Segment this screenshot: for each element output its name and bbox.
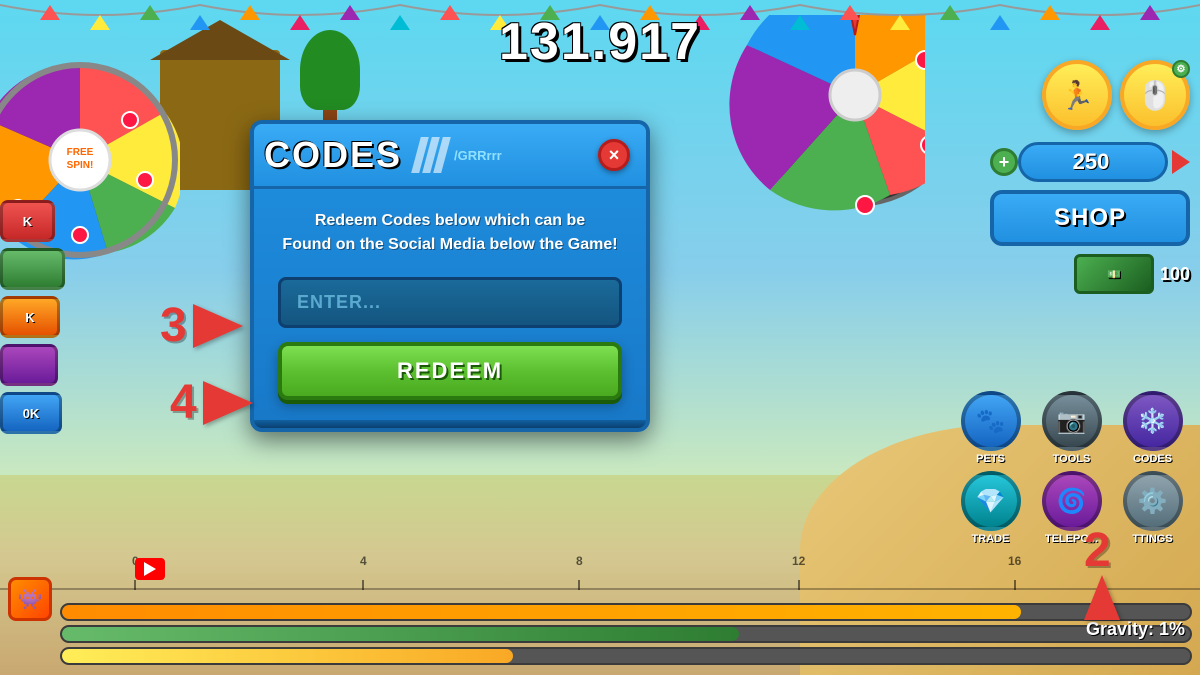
progress-fill-1 [62,605,1021,619]
ruler-mark-16: 16 [1008,554,1021,590]
progress-bar-row-1 [8,603,1192,621]
arrow-3-number: 3 [160,298,187,353]
progress-track-1 [60,603,1192,621]
currency-amount: 250 [1073,149,1110,175]
currency-arrow[interactable] [1172,150,1190,174]
tree-top [300,30,360,110]
cursor-badge: ⚙ [1172,60,1190,78]
arrow-3-shape [193,304,243,348]
progress-fill-2 [62,627,739,641]
run-icon-button[interactable]: 🏃 [1042,60,1112,130]
arrow-4: 4 [170,375,253,430]
shop-button[interactable]: SHOP [990,190,1190,246]
youtube-icon[interactable] [135,558,165,580]
progress-track-3 [60,647,1192,665]
progress-bars [0,595,1200,675]
trade-button[interactable]: 💎 TRADE [953,471,1028,545]
top-icon-buttons: 🏃 🖱️ ⚙ [1042,60,1190,130]
ruler-tick-0 [134,580,136,590]
arrow-4-shape [203,381,253,425]
modal-accent [416,137,446,173]
ruler-label-16: 16 [1008,554,1021,568]
ruler-label-12: 12 [792,554,805,568]
modal-title-area: CODES /GRRrrr [264,134,502,176]
close-button[interactable]: × [598,139,630,171]
progress-bar-row-2 [8,625,1192,643]
ruler-tick-8 [578,580,580,590]
right-spin-wheel[interactable] [705,15,925,235]
codes-modal: CODES /GRRrrr × Redeem Codes below which… [250,120,650,432]
codes-button[interactable]: ❄️ CODES [1115,391,1190,465]
progress-fill-3 [62,649,513,663]
ruler-mark-4: 4 [360,554,367,590]
progress-bar-row-3 [8,647,1192,665]
pets-label: PETS [976,453,1005,465]
codes-icon-label: CODES [1133,453,1172,465]
arrow-2-number: 2 [1084,527,1120,575]
sidebar-btn-4[interactable] [0,344,58,386]
ruler-tick-12 [798,580,800,590]
pets-icon-circle: 🐾 [961,391,1021,451]
bottom-icon-grid: 🐾 PETS 📷 TOOLS ❄️ CODES 💎 TRADE 🌀 TELEPO… [953,391,1190,545]
gravity-text: Gravity: 1% [1086,619,1185,640]
tools-icon-circle: 📷 [1042,391,1102,451]
left-sidebar: K K 0K [0,200,65,434]
tools-label: TOOLS [1053,453,1091,465]
settings-label: TTINGS [1132,533,1172,545]
arrow-3: 3 [160,298,243,353]
ruler-mark-12: 12 [792,554,805,590]
sidebar-btn-5[interactable]: 0K [0,392,62,434]
ruler-label-8: 8 [576,554,583,568]
pets-button[interactable]: 🐾 PETS [953,391,1028,465]
arrow-2-shape [1084,575,1120,620]
sidebar-btn-2[interactable] [0,248,65,290]
modal-body: Redeem Codes below which can be Found on… [254,189,646,420]
cash-area: 💵 100 [990,254,1190,294]
ruler-tick-4 [362,580,364,590]
trade-label: TRADE [972,533,1010,545]
ruler: 0 4 8 12 16 [0,550,1200,590]
arrow-4-number: 4 [170,375,197,430]
progress-track-2 [60,625,1192,643]
modal-header: CODES /GRRrrr × [254,124,646,189]
plus-button[interactable]: + [990,148,1018,176]
score-display: 131.917 [499,12,701,72]
tools-button[interactable]: 📷 TOOLS [1034,391,1109,465]
svg-text:FREE: FREE [67,147,94,158]
ruler-label-4: 4 [360,554,367,568]
currency-bar: 250 [1018,142,1168,182]
cursor-icon-button[interactable]: 🖱️ ⚙ [1120,60,1190,130]
sidebar-btn-1[interactable]: K [0,200,55,242]
cash-amount: 100 [1154,264,1190,285]
modal-title: CODES [264,134,402,176]
avatar-area: 👾 [8,577,58,627]
settings-icon-circle: ⚙️ [1123,471,1183,531]
code-input[interactable] [278,277,622,328]
teleport-icon-circle: 🌀 [1042,471,1102,531]
modal-footer [254,420,646,428]
svg-text:SPIN!: SPIN! [67,160,94,171]
right-panel: 🏃 🖱️ ⚙ + 250 SHOP 💵 100 [990,60,1190,294]
settings-button[interactable]: ⚙️ TTINGS [1115,471,1190,545]
cash-icon: 💵 [1074,254,1154,294]
arrow-2: 2 [1084,527,1120,620]
modal-description: Redeem Codes below which can be Found on… [278,209,622,257]
codes-icon-circle: ❄️ [1123,391,1183,451]
trade-icon-circle: 💎 [961,471,1021,531]
ruler-mark-8: 8 [576,554,583,590]
currency-row: + 250 [990,142,1190,182]
ruler-tick-16 [1014,580,1016,590]
avatar: 👾 [8,577,52,621]
redeem-button[interactable]: REDEEM [278,342,622,400]
yt-play-triangle [144,562,156,576]
sidebar-btn-3[interactable]: K [0,296,60,338]
modal-subtitle: /GRRrrr [454,148,502,163]
